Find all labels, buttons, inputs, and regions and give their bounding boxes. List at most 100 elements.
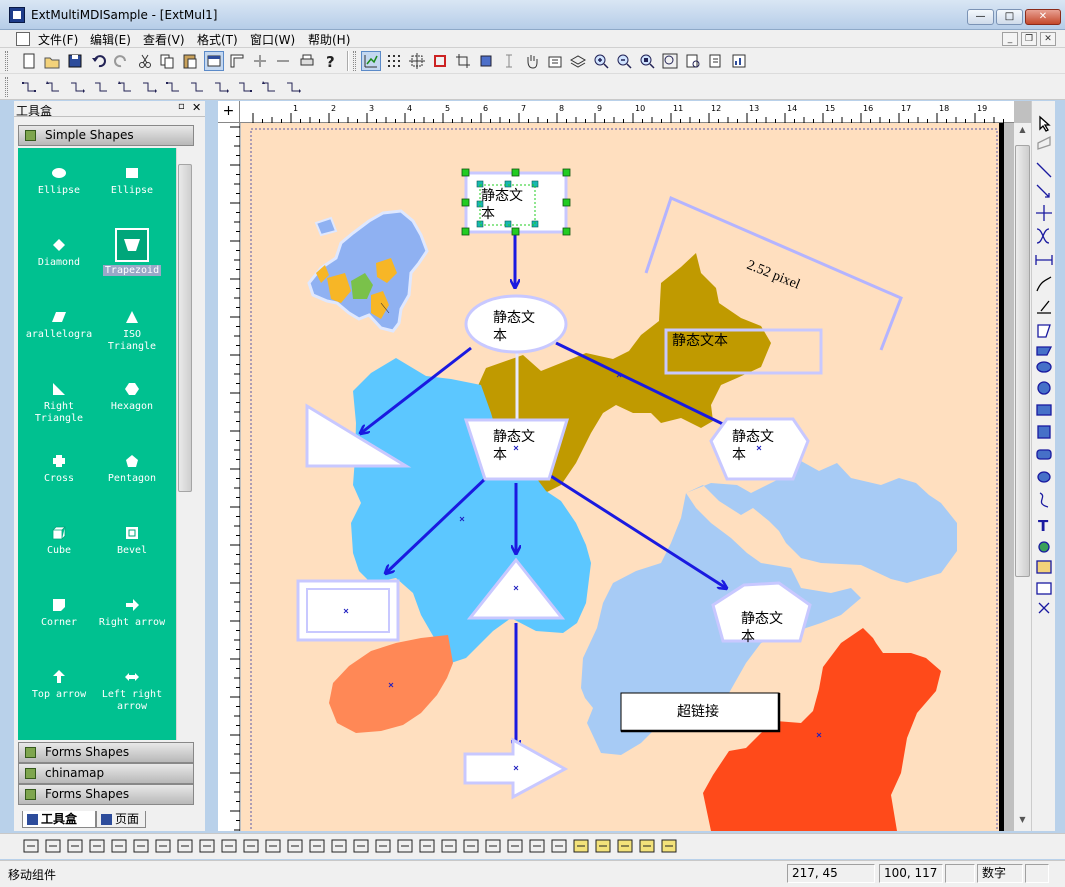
copy-icon[interactable] [158,52,176,70]
tool-pentagon[interactable]: Pentagon [96,454,168,485]
tool-iso-triangle[interactable]: ISO Triangle [96,310,168,353]
undo-icon[interactable] [90,52,108,70]
status-position: 217, 45 [787,864,875,883]
minus-icon[interactable] [274,52,292,70]
zoom-actual-icon[interactable] [661,52,679,70]
drawing-canvas[interactable]: 2.52 pixel [241,123,1004,831]
zoom-fit-icon[interactable] [638,52,656,70]
menu-edit[interactable]: 编辑(E) [90,31,131,48]
layers-icon[interactable] [569,52,587,70]
page-setup-icon[interactable] [707,52,725,70]
paste-icon[interactable] [181,52,199,70]
connector-icon[interactable] [284,78,302,96]
canvas-scroll-thumb[interactable] [1015,145,1030,577]
europe-map-image[interactable] [307,209,429,333]
alignment-tools[interactable] [22,836,742,858]
tool-left-right-arrow[interactable]: Left right arrow [96,670,168,713]
tool-right-triangle[interactable]: Right Triangle [23,382,95,425]
cut-icon[interactable] [136,52,154,70]
maximize-button[interactable]: □ [996,9,1023,25]
print-preview-icon[interactable] [684,52,702,70]
snap-icon[interactable] [408,52,426,70]
help-icon[interactable]: ? [321,52,339,70]
app-icon [9,7,25,23]
connector-icon[interactable] [116,78,134,96]
tab-page[interactable]: 页面 [96,811,146,828]
component-icon[interactable] [477,52,495,70]
canvas-scrollbar[interactable]: ▲ ▼ [1014,123,1031,831]
tool-hexagon[interactable]: Hexagon [96,382,168,413]
tool-top-arrow[interactable]: Top arrow [23,670,95,701]
tool-cross[interactable]: Cross [23,454,95,485]
mdi-restore-button[interactable]: ❐ [1021,32,1037,46]
print-icon[interactable] [298,52,316,70]
menu-help[interactable]: 帮助(H) [308,31,350,48]
connector-icon[interactable] [20,78,38,96]
tool-rectangle[interactable]: Ellipse [96,166,168,197]
window-icon[interactable] [204,51,224,71]
category-chinamap[interactable]: chinamap [18,763,194,784]
chart-edit-icon[interactable] [361,51,381,71]
tool-right-arrow[interactable]: Right arrow [96,598,168,629]
menu-file[interactable]: 文件(F) [38,31,78,48]
open-icon[interactable] [43,52,61,70]
toolbar-grip[interactable] [5,51,8,71]
minimize-button[interactable]: — [967,9,994,25]
connector-icon[interactable] [188,78,206,96]
select-frame-icon[interactable] [431,52,449,70]
category-simple-shapes[interactable]: Simple Shapes [18,125,194,146]
mdi-minimize-button[interactable]: _ [1002,32,1018,46]
tool-cube[interactable]: Cube [23,526,95,557]
connector-icon[interactable] [212,78,230,96]
tool-ellipse[interactable]: Ellipse [23,166,95,197]
close-icon[interactable]: ✕ [192,101,201,114]
toolbox-scroll-thumb[interactable] [178,164,192,492]
scroll-down-icon[interactable]: ▼ [1015,815,1030,829]
toolbar-grip[interactable] [353,51,356,71]
salmon-region[interactable] [329,635,453,733]
connector-icon[interactable] [164,78,182,96]
menu-format[interactable]: 格式(T) [197,31,238,48]
crop-icon[interactable] [454,52,472,70]
grid-icon[interactable] [385,52,403,70]
circle-tool-icon [1037,381,1051,395]
category-forms-shapes[interactable]: Forms Shapes [18,742,194,763]
ruler-icon[interactable] [228,52,246,70]
tool-bevel[interactable]: Bevel [96,526,168,557]
connector-icon[interactable] [68,78,86,96]
drawing-page[interactable]: 2.52 pixel 静态文本 静态文本 静态文本 静态文本 静态文本 静态文本… [241,123,1004,831]
ruler-origin-button[interactable]: + [218,101,240,123]
ruler-label: 4 [407,104,412,113]
zoom-in-icon[interactable] [592,52,610,70]
tool-parallelogram[interactable]: arallelogra [23,310,95,341]
connector-toolbar [0,74,1065,100]
zoom-out-icon[interactable] [615,52,633,70]
connector-icon[interactable] [236,78,254,96]
new-icon[interactable] [20,52,38,70]
save-icon[interactable] [66,52,84,70]
connector-icon[interactable] [140,78,158,96]
connector-icon[interactable] [260,78,278,96]
redo-icon[interactable] [112,52,130,70]
drawing-tools[interactable]: T [1032,113,1056,633]
pin-icon[interactable]: ▫ [178,101,185,112]
hyperlink-text[interactable]: 超链接 [677,703,719,721]
tool-diamond[interactable]: Diamond [23,238,95,269]
toolbar-grip[interactable] [5,77,8,97]
menu-view[interactable]: 查看(V) [143,31,185,48]
connector-icon[interactable] [44,78,62,96]
hand-icon[interactable] [523,52,541,70]
connector-icon[interactable] [92,78,110,96]
properties-icon[interactable] [546,52,564,70]
close-button[interactable]: ✕ [1025,9,1061,25]
report-icon[interactable] [730,52,748,70]
plus-icon[interactable] [251,52,269,70]
tool-corner[interactable]: Corner [23,598,95,629]
scroll-up-icon[interactable]: ▲ [1015,125,1030,139]
menu-window[interactable]: 窗口(W) [250,31,295,48]
mdi-close-button[interactable]: ✕ [1040,32,1056,46]
tool-trapezoid[interactable]: Trapezoid [96,228,168,286]
text-cursor-icon[interactable] [500,52,518,70]
tab-toolbox[interactable]: 工具盒 [22,811,96,828]
category-forms-shapes-2[interactable]: Forms Shapes [18,784,194,805]
